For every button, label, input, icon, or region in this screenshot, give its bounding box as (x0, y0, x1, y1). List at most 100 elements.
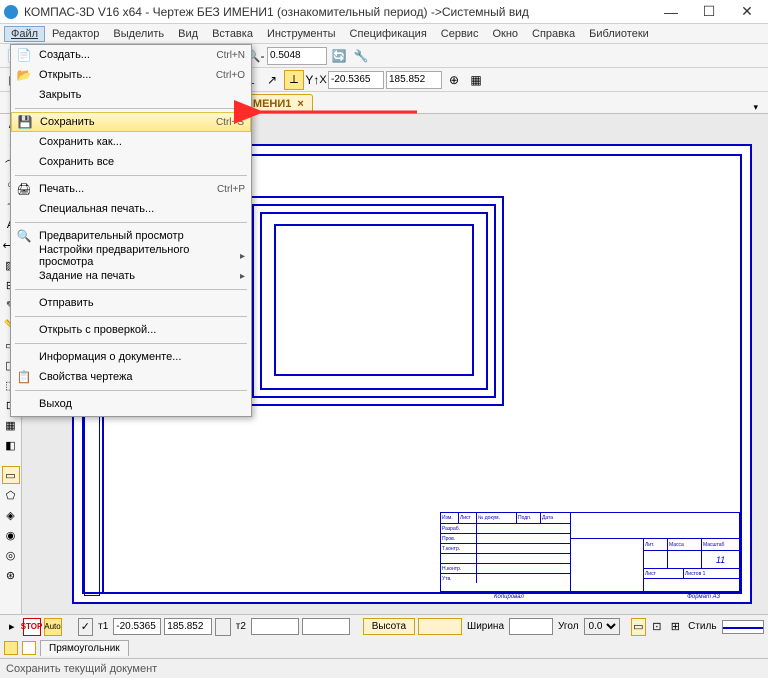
statusbar: Сохранить текущий документ (0, 658, 768, 678)
height-label: Высота (363, 618, 415, 635)
t1-label: т1 (96, 621, 110, 632)
menu-item[interactable]: 🔍Предварительный просмотр (11, 226, 251, 246)
menu-help[interactable]: Справка (525, 26, 582, 42)
misc-icon[interactable]: ▦ (466, 70, 486, 90)
auto-button[interactable]: Auto (44, 618, 62, 636)
menu-item-label: Задание на печать (33, 270, 240, 282)
menu-edit[interactable]: Редактор (45, 26, 106, 42)
xy-icon[interactable]: Y↑X (306, 70, 326, 90)
arrow-icon[interactable]: ▸ (4, 618, 20, 636)
menu-item[interactable]: 📂Открыть...Ctrl+O (11, 65, 251, 85)
menu-item[interactable]: Сохранить как... (11, 132, 251, 152)
menu-item-label: Свойства чертежа (33, 371, 245, 383)
menu-item[interactable]: Выход (11, 394, 251, 414)
menu-item[interactable]: Открыть с проверкой... (11, 320, 251, 340)
tool-g-icon[interactable]: ◈ (2, 506, 20, 524)
tool-tab-bar: Прямоугольник (0, 638, 768, 658)
coord-y-input[interactable] (386, 71, 442, 89)
minimize-button[interactable]: — (654, 2, 688, 22)
menu-item-label: Печать... (33, 183, 217, 195)
style-preview[interactable] (722, 620, 764, 634)
maximize-button[interactable]: ☐ (692, 2, 726, 22)
menu-item[interactable]: Информация о документе... (11, 347, 251, 367)
menu-insert[interactable]: Вставка (205, 26, 260, 42)
width-input[interactable] (509, 618, 553, 635)
tab-overflow-icon[interactable]: ▾ (749, 102, 762, 113)
menu-item-label: Сохранить как... (33, 136, 245, 148)
menu-item-label: Предварительный просмотр (33, 230, 245, 242)
file-menu-dropdown: 📄Создать...Ctrl+N📂Открыть...Ctrl+O Закрыт… (10, 44, 252, 417)
tool-i-icon[interactable]: ◎ (2, 546, 20, 564)
menu-item-shortcut: Ctrl+O (216, 70, 245, 81)
menu-item[interactable]: 📋Свойства чертежа (11, 367, 251, 387)
axis1-icon[interactable]: ▭ (631, 618, 647, 636)
menu-item-label: Отправить (33, 297, 245, 309)
menu-window[interactable]: Окно (485, 26, 525, 42)
status-text: Сохранить текущий документ (6, 663, 157, 675)
tool-rect-icon[interactable]: ▭ (2, 466, 20, 484)
tool-tab-icon2[interactable] (22, 641, 36, 655)
menu-item-icon: 🖨 (15, 182, 33, 196)
menu-tools[interactable]: Инструменты (260, 26, 343, 42)
menu-item[interactable]: Отправить (11, 293, 251, 313)
menu-item-shortcut: Ctrl+S (216, 117, 244, 128)
axis-icon[interactable]: ↗ (262, 70, 282, 90)
menu-spec[interactable]: Спецификация (343, 26, 434, 42)
menu-item-icon: 💾 (16, 115, 34, 129)
refresh-icon[interactable]: 🔄 (329, 46, 349, 66)
menu-item-icon: 📂 (15, 68, 33, 82)
t2-y-input[interactable] (302, 618, 350, 635)
menu-item[interactable]: Закрыть (11, 85, 251, 105)
menu-libs[interactable]: Библиотеки (582, 26, 656, 42)
t1-x-input[interactable] (113, 618, 161, 635)
menu-item[interactable]: Настройки предварительного просмотра▸ (11, 246, 251, 266)
zoom-input[interactable] (267, 47, 327, 65)
tool-f-icon[interactable]: ◧ (2, 436, 20, 454)
tool-tab-icon[interactable] (4, 641, 18, 655)
close-button[interactable]: ✕ (730, 2, 764, 22)
menu-item-label: Создать... (33, 49, 216, 61)
menu-item-label: Сохранить (34, 116, 216, 128)
menu-item[interactable]: Задание на печать▸ (11, 266, 251, 286)
t2-x-input[interactable] (251, 618, 299, 635)
menu-service[interactable]: Сервис (434, 26, 486, 42)
axis2-icon[interactable]: ⊡ (649, 618, 665, 636)
titlebar: КОМПАС-3D V16 x64 - Чертеж БЕЗ ИМЕНИ1 (о… (0, 0, 768, 24)
menu-select[interactable]: Выделить (106, 26, 171, 42)
property-bar: ▸ STOP Auto ✓ т1 т2 Высота Ширина Угол 0… (0, 614, 768, 638)
tool-tab-label[interactable]: Прямоугольник (40, 640, 129, 656)
menu-item-shortcut: Ctrl+N (216, 50, 245, 61)
axis3-icon[interactable]: ⊞ (668, 618, 684, 636)
tool-j-icon[interactable]: ⊛ (2, 566, 20, 584)
menu-item[interactable]: Сохранить все (11, 152, 251, 172)
angle-label: Угол (556, 621, 581, 632)
menu-item[interactable]: 📄Создать...Ctrl+N (11, 45, 251, 65)
menu-item[interactable]: 🖨Печать...Ctrl+P (11, 179, 251, 199)
menu-item-label: Специальная печать... (33, 203, 245, 215)
menu-item-icon: 🔍 (15, 229, 33, 243)
menubar: Файл Редактор Выделить Вид Вставка Инстр… (0, 24, 768, 44)
height-input[interactable] (418, 618, 462, 635)
tool-poly-icon[interactable]: ⬠ (2, 486, 20, 504)
t1-y-input[interactable] (164, 618, 212, 635)
tool-h-icon[interactable]: ◉ (2, 526, 20, 544)
angle-select[interactable]: 0.0 (584, 618, 620, 635)
annotation-arrow (252, 104, 422, 123)
menu-view[interactable]: Вид (171, 26, 205, 42)
menu-item-label: Открыть с проверкой... (33, 324, 245, 336)
menu-item[interactable]: Специальная печать... (11, 199, 251, 219)
stop-button[interactable]: STOP (23, 618, 41, 636)
tool-icon[interactable]: 🔧 (351, 46, 371, 66)
coord-mode-icon[interactable]: ⟂ (284, 70, 304, 90)
t2-label: т2 (234, 621, 248, 632)
menu-file[interactable]: Файл (4, 26, 45, 42)
menu-item-shortcut: ▸ (240, 251, 245, 262)
target-icon[interactable]: ⊕ (444, 70, 464, 90)
menu-item[interactable]: 💾СохранитьCtrl+S (11, 112, 251, 132)
t2-checkbox[interactable] (215, 618, 231, 636)
t1-checkbox[interactable]: ✓ (78, 618, 94, 636)
menu-item-label: Закрыть (33, 89, 245, 101)
style-label: Стиль (686, 621, 718, 632)
coord-x-input[interactable] (328, 71, 384, 89)
tool-e-icon[interactable]: ▦ (2, 416, 20, 434)
